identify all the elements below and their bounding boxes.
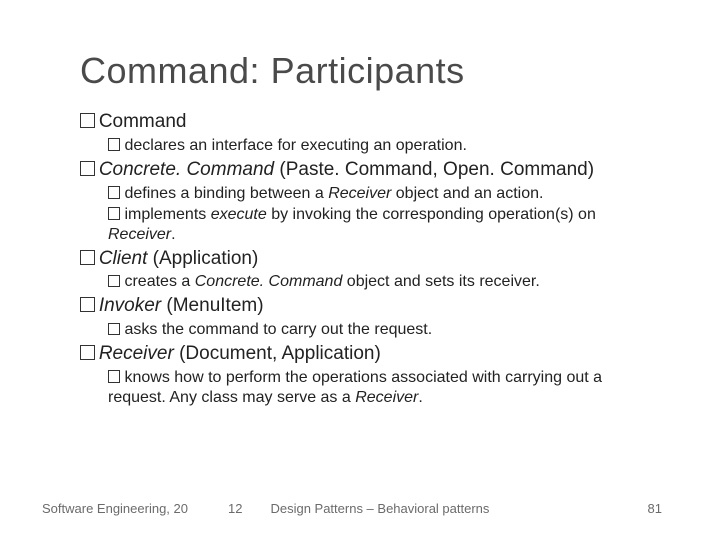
item-concrete-sub1: defines a binding between a Receiver obj… [108, 184, 660, 204]
bullet-icon [108, 138, 120, 150]
text-em: Receiver [355, 389, 418, 406]
item-client-sub1: creates a Concrete. Command object and s… [108, 272, 660, 292]
item-command-head: Command [99, 111, 187, 132]
item-receiver-sub1: knows how to perform the operations asso… [108, 368, 660, 408]
text: by invoking the corresponding operation(… [267, 206, 596, 223]
text-em: execute [211, 206, 267, 223]
text-em: Concrete. Command [195, 273, 343, 290]
item-concrete: Concrete. Command (Paste. Command, Open.… [80, 158, 660, 182]
item-receiver-head-em: Receiver [99, 343, 174, 364]
bullet-icon [80, 113, 95, 128]
item-invoker-head-em: Invoker [99, 295, 161, 316]
item-concrete-head-em: Concrete. Command [99, 159, 274, 180]
item-concrete-head-rest: (Paste. Command, Open. Command) [274, 159, 594, 180]
text: object and sets its receiver. [342, 273, 539, 290]
item-client-head-em: Client [99, 248, 148, 269]
footer-page: 81 [489, 501, 662, 516]
bullet-icon [108, 186, 120, 198]
bullet-icon [108, 323, 120, 335]
footer-mid: 12 [228, 501, 242, 516]
text: object and an action. [391, 185, 543, 202]
bullet-icon [80, 345, 95, 360]
footer: Software Engineering, 20 12 Design Patte… [0, 501, 720, 516]
text: declares an interface for executing an o… [124, 137, 466, 154]
bullet-icon [80, 250, 95, 265]
footer-left: Software Engineering, 20 [42, 501, 188, 516]
item-command: Command [80, 110, 660, 134]
text: creates a [124, 273, 194, 290]
item-concrete-sub2: implements execute by invoking the corre… [108, 205, 660, 245]
item-receiver-head-rest: (Document, Application) [174, 343, 381, 364]
text: defines a binding between a [124, 185, 328, 202]
item-invoker-sub1: asks the command to carry out the reques… [108, 320, 660, 340]
bullet-icon [80, 297, 95, 312]
item-receiver: Receiver (Document, Application) [80, 342, 660, 366]
text: implements [124, 206, 210, 223]
text-em: Receiver [328, 185, 391, 202]
text-em: Receiver [108, 226, 171, 243]
item-client-head-rest: (Application) [147, 248, 258, 269]
bullet-icon [108, 207, 120, 219]
item-command-sub1: declares an interface for executing an o… [108, 136, 660, 156]
item-client: Client (Application) [80, 247, 660, 271]
slide-content: Command declares an interface for execut… [80, 110, 660, 408]
item-invoker-head-rest: (MenuItem) [161, 295, 263, 316]
text: . [171, 226, 175, 243]
bullet-icon [80, 161, 95, 176]
footer-mid2: Design Patterns – Behavioral patterns [270, 501, 489, 516]
bullet-icon [108, 370, 120, 382]
item-invoker: Invoker (MenuItem) [80, 294, 660, 318]
text: asks the command to carry out the reques… [124, 321, 432, 338]
slide: Command: Participants Command declares a… [0, 0, 720, 540]
text: . [418, 389, 422, 406]
slide-title: Command: Participants [80, 50, 660, 92]
bullet-icon [108, 275, 120, 287]
